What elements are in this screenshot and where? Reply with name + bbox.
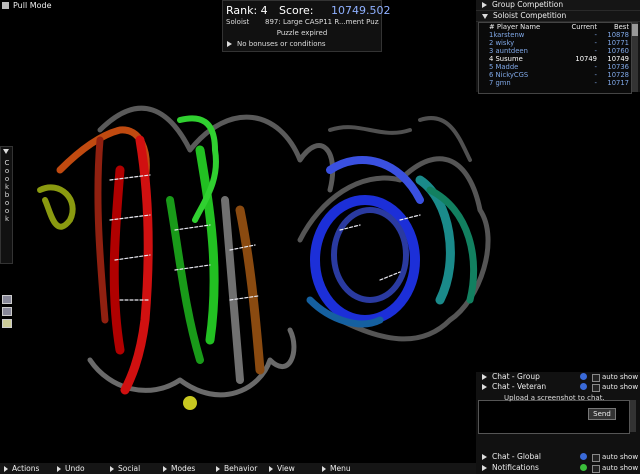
expand-arrow-icon (216, 466, 220, 472)
auto-show-checkbox[interactable] (592, 374, 600, 382)
score-value: 10749.502 (331, 4, 391, 17)
leaderboard-scrollbar[interactable] (632, 22, 638, 92)
leaderboard-row[interactable]: 6 NickyCGS -10728 (479, 71, 631, 79)
auto-show-checkbox[interactable] (592, 384, 600, 392)
behavior-menu[interactable]: Behavior (212, 463, 265, 474)
info-icon[interactable] (580, 383, 587, 390)
scrollbar-thumb[interactable] (632, 24, 638, 36)
puzzle-name: 897: Large CASP11 R...ment Puzzle: TR760 (265, 18, 379, 26)
recipe-icon[interactable] (2, 295, 12, 304)
leaderboard-row[interactable]: 1karstenw -10878 (479, 31, 631, 39)
notifications-toggle[interactable]: Notifications auto show (476, 463, 640, 473)
chat-scrollbar[interactable] (630, 400, 636, 432)
pull-mode-indicator[interactable]: Pull Mode (2, 1, 52, 10)
leaderboard-row[interactable]: 7 gmn -10717 (479, 79, 631, 87)
undo-menu[interactable]: Undo (53, 463, 106, 474)
pull-mode-icon (2, 2, 9, 9)
expand-arrow-icon (482, 465, 487, 471)
chat-message: Upload a screenshot to chat. (504, 394, 605, 402)
protein-strand-red (94, 136, 109, 324)
auto-show-checkbox[interactable] (592, 465, 600, 473)
soloist-competition-toggle[interactable]: Soloist Competition (476, 11, 640, 22)
mode-label: Soloist (226, 18, 250, 26)
send-button[interactable]: Send (588, 408, 616, 420)
protein-strand-orange (56, 126, 150, 184)
leaderboard-row[interactable]: 3 auntdeen -10760 (479, 47, 631, 55)
collapse-arrow-icon (3, 149, 9, 154)
notification-icon[interactable] (580, 464, 587, 471)
info-icon[interactable] (580, 453, 587, 460)
protein-strand-red (120, 135, 153, 395)
group-competition-toggle[interactable]: Group Competition (476, 0, 640, 11)
protein-strand-green (166, 196, 204, 364)
ligand-marker (183, 396, 197, 410)
score-panel: Rank: 4 Score: 10749.502 Soloist 897: La… (222, 0, 391, 52)
expand-arrow-icon (482, 384, 487, 390)
protein-strand-gray (221, 196, 244, 384)
actions-menu[interactable]: Actions (0, 463, 53, 474)
expand-arrow-icon (110, 466, 114, 472)
protein-strand-olive (37, 184, 76, 230)
expand-arrow-icon (482, 374, 487, 380)
protein-barrel-blue (331, 207, 409, 303)
bonuses-toggle[interactable]: No bonuses or conditions (227, 40, 326, 48)
expand-arrow-icon (482, 2, 487, 8)
chat-group-toggle[interactable]: Chat - Group auto show (476, 372, 640, 382)
rank-display: Rank: 4 (226, 4, 268, 17)
info-icon[interactable] (580, 373, 587, 380)
protein-strand-brown (235, 205, 265, 375)
chat-veteran-toggle[interactable]: Chat - Veteran auto show (476, 382, 640, 392)
protein-backbone-loop (328, 116, 472, 162)
expand-arrow-icon (227, 41, 232, 47)
chat-global-toggle[interactable]: Chat - Global auto show (476, 452, 640, 462)
score-label: Score: (279, 4, 314, 17)
leaderboard-row-self[interactable]: 4 Susume 10749 10749 (479, 55, 631, 63)
leaderboard: # Player Name Current Best 1karstenw -108… (478, 22, 632, 94)
expand-arrow-icon (269, 466, 273, 472)
cookbook-label: C o o k b o o k (4, 159, 10, 223)
auto-show-checkbox[interactable] (592, 454, 600, 462)
modes-menu[interactable]: Modes (159, 463, 212, 474)
leaderboard-header: # Player Name Current Best (489, 23, 629, 31)
view-menu[interactable]: View (265, 463, 318, 474)
social-menu[interactable]: Social (106, 463, 159, 474)
chat-panel: Chat - Group auto show Chat - Veteran au… (476, 372, 640, 474)
expand-arrow-icon (163, 466, 167, 472)
expand-arrow-icon (4, 466, 8, 472)
puzzle-status: Puzzle expired (276, 29, 328, 37)
competition-panel: Group Competition Soloist Competition # … (476, 0, 640, 94)
edit-icon[interactable] (2, 319, 12, 328)
collapse-arrow-icon (482, 13, 488, 19)
leaderboard-row[interactable]: 2 wisky -10771 (479, 39, 631, 47)
expand-arrow-icon (57, 466, 61, 472)
leaderboard-row[interactable]: 5 Madde -10736 (479, 63, 631, 71)
main-menu[interactable]: Menu (318, 463, 371, 474)
notes-icon[interactable] (2, 307, 12, 316)
expand-arrow-icon (482, 454, 487, 460)
hydrogen-bonds (109, 174, 421, 301)
cookbook-tab[interactable]: C o o k b o o k (0, 146, 13, 264)
bottom-toolbar: Actions Undo Social Modes Behavior View … (0, 463, 476, 474)
expand-arrow-icon (322, 466, 326, 472)
